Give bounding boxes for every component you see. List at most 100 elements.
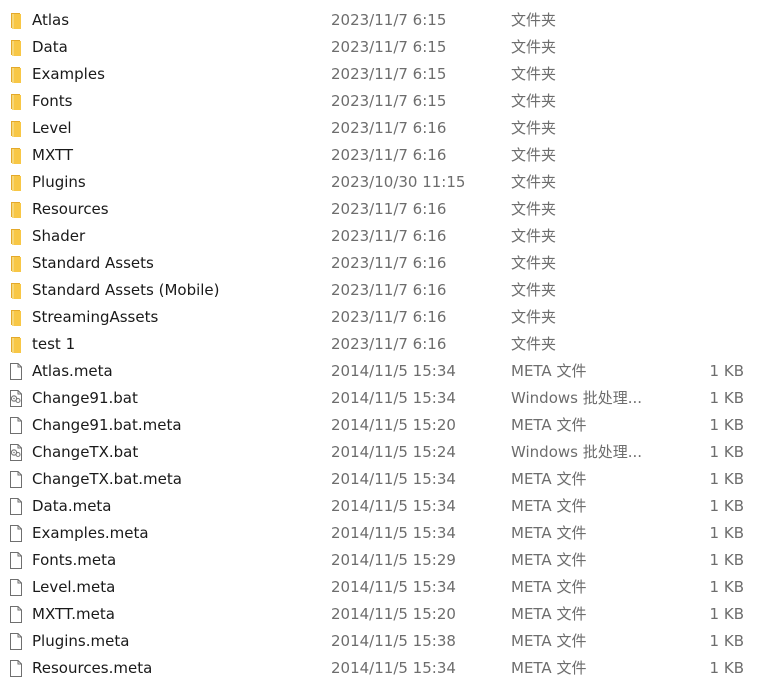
file-type: 文件夹 [511,308,557,326]
file-row[interactable]: Level 2023/11/7 6:16 文件夹 [0,115,759,142]
file-type: META 文件 [511,659,587,677]
file-row[interactable]: Examples 2023/11/7 6:15 文件夹 [0,61,759,88]
file-row[interactable]: Shader 2023/11/7 6:16 文件夹 [0,223,759,250]
file-date-modified: 2023/11/7 6:15 [331,11,447,29]
file-name[interactable]: Level.meta [32,574,115,601]
file-name[interactable]: Level [32,115,72,142]
file-row[interactable]: Level.meta 2014/11/5 15:34 META 文件 1 KB [0,574,759,601]
file-name[interactable]: ChangeTX.bat.meta [32,466,182,493]
file-size: 1 KB [709,389,744,407]
file-name[interactable]: Atlas.meta [32,358,113,385]
file-name[interactable]: Resources [32,196,109,223]
file-row[interactable]: MXTT.meta 2014/11/5 15:20 META 文件 1 KB [0,601,759,628]
file-name[interactable]: Standard Assets (Mobile) [32,277,220,304]
file-date-modified: 2023/11/7 6:16 [331,254,447,272]
file-date-modified: 2023/11/7 6:16 [331,308,447,326]
file-row[interactable]: Plugins.meta 2014/11/5 15:38 META 文件 1 KB [0,628,759,655]
file-row[interactable]: Fonts.meta 2014/11/5 15:29 META 文件 1 KB [0,547,759,574]
file-size: 1 KB [709,416,744,434]
file-icon [8,660,24,677]
file-row[interactable]: Examples.meta 2014/11/5 15:34 META 文件 1 KB [0,520,759,547]
file-icon [8,579,24,596]
file-date-modified: 2014/11/5 15:20 [331,416,456,434]
file-date-modified: 2023/11/7 6:15 [331,65,447,83]
file-date-modified: 2014/11/5 15:20 [331,605,456,623]
file-date-modified: 2014/11/5 15:34 [331,470,456,488]
file-type: META 文件 [511,524,587,542]
folder-icon [8,39,24,56]
file-name[interactable]: Standard Assets [32,250,154,277]
file-date-modified: 2014/11/5 15:34 [331,362,456,380]
file-name[interactable]: MXTT.meta [32,601,115,628]
file-name[interactable]: Fonts.meta [32,547,116,574]
file-row[interactable]: Standard Assets (Mobile) 2023/11/7 6:16 文件… [0,277,759,304]
folder-icon [8,147,24,164]
file-row[interactable]: Fonts 2023/11/7 6:15 文件夹 [0,88,759,115]
file-type: META 文件 [511,497,587,515]
file-row[interactable]: Resources.meta 2014/11/5 15:34 META 文件 1 KB [0,655,759,682]
file-size: 1 KB [709,632,744,650]
file-type: 文件夹 [511,227,557,245]
file-size: 1 KB [709,524,744,542]
file-name[interactable]: StreamingAssets [32,304,158,331]
file-name[interactable]: Data [32,34,68,61]
file-type: Windows 批处理... [511,389,643,407]
file-name[interactable]: Fonts [32,88,72,115]
file-date-modified: 2014/11/5 15:34 [331,659,456,677]
file-row[interactable]: Change91.bat 2014/11/5 15:34 Windows 批处理..… [0,385,759,412]
file-icon [8,471,24,488]
file-name[interactable]: Examples.meta [32,520,149,547]
file-icon [8,417,24,434]
file-name[interactable]: Data.meta [32,493,112,520]
folder-icon [8,93,24,110]
file-row[interactable]: Change91.bat.meta 2014/11/5 15:20 META 文件 1… [0,412,759,439]
file-row[interactable]: Resources 2023/11/7 6:16 文件夹 [0,196,759,223]
file-name[interactable]: Resources.meta [32,655,152,682]
folder-icon [8,120,24,137]
file-row[interactable]: Atlas.meta 2014/11/5 15:34 META 文件 1 KB [0,358,759,385]
file-type: META 文件 [511,416,587,434]
folder-icon [8,336,24,353]
file-row[interactable]: ChangeTX.bat 2014/11/5 15:24 Windows 批处理..… [0,439,759,466]
file-date-modified: 2014/11/5 15:34 [331,497,456,515]
file-type: META 文件 [511,551,587,569]
file-icon [8,633,24,650]
file-size: 1 KB [709,497,744,515]
file-name[interactable]: Plugins.meta [32,628,129,655]
file-icon [8,606,24,623]
file-name[interactable]: Atlas [32,7,69,34]
file-type: META 文件 [511,632,587,650]
file-size: 1 KB [709,551,744,569]
file-size: 1 KB [709,578,744,596]
file-type: Windows 批处理... [511,443,643,461]
file-name[interactable]: MXTT [32,142,73,169]
file-name[interactable]: Shader [32,223,85,250]
file-size: 1 KB [709,443,744,461]
file-name[interactable]: ChangeTX.bat [32,439,138,466]
file-row[interactable]: Atlas 2023/11/7 6:15 文件夹 [0,7,759,34]
file-row[interactable]: Data.meta 2014/11/5 15:34 META 文件 1 KB [0,493,759,520]
file-type: 文件夹 [511,146,557,164]
file-name[interactable]: test 1 [32,331,75,358]
batch-file-icon [8,390,24,407]
file-name[interactable]: Change91.bat [32,385,138,412]
folder-icon [8,66,24,83]
file-row[interactable]: MXTT 2023/11/7 6:16 文件夹 [0,142,759,169]
file-row[interactable]: StreamingAssets 2023/11/7 6:16 文件夹 [0,304,759,331]
file-type: 文件夹 [511,281,557,299]
file-icon [8,525,24,542]
file-icon [8,363,24,380]
batch-file-icon [8,444,24,461]
file-type: META 文件 [511,605,587,623]
file-row[interactable]: test 1 2023/11/7 6:16 文件夹 [0,331,759,358]
file-row[interactable]: Plugins 2023/10/30 11:15 文件夹 [0,169,759,196]
file-name[interactable]: Plugins [32,169,86,196]
file-type: 文件夹 [511,11,557,29]
file-name[interactable]: Examples [32,61,105,88]
file-row[interactable]: Standard Assets 2023/11/7 6:16 文件夹 [0,250,759,277]
file-row[interactable]: Data 2023/11/7 6:15 文件夹 [0,34,759,61]
folder-icon [8,228,24,245]
file-name[interactable]: Change91.bat.meta [32,412,182,439]
file-row[interactable]: ChangeTX.bat.meta 2014/11/5 15:34 META 文件 1… [0,466,759,493]
folder-icon [8,201,24,218]
